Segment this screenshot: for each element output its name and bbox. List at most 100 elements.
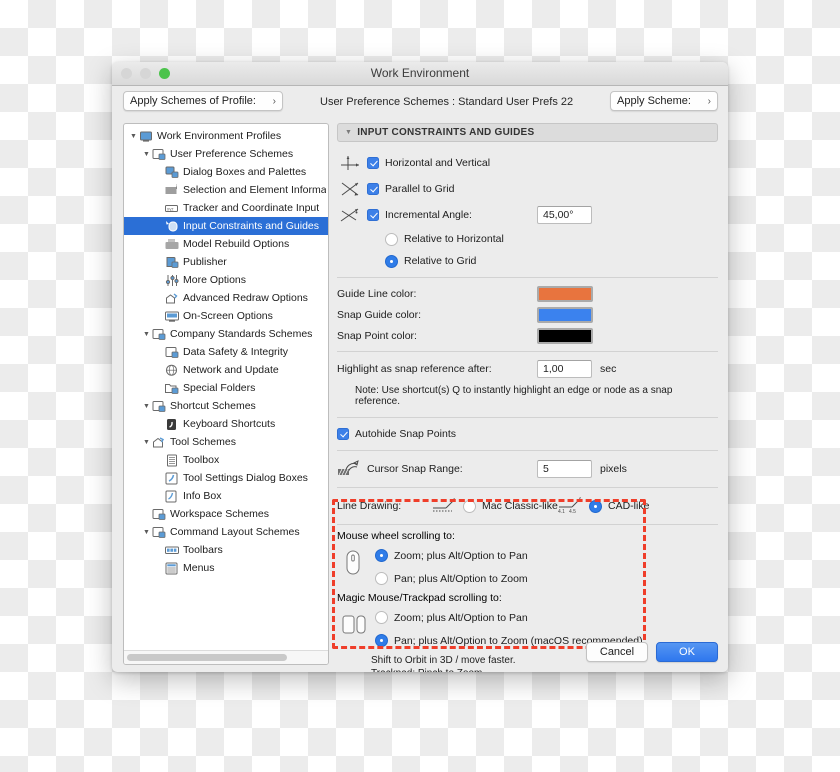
section-header-input-constraints[interactable]: ▼ INPUT CONSTRAINTS AND GUIDES (337, 123, 718, 142)
line-drawing-label: Line Drawing: (337, 500, 402, 512)
tree-item-label: Shortcut Schemes (170, 400, 256, 412)
tree-item-tracker-and-coordinate-input[interactable]: xyz Tracker and Coordinate Input (124, 199, 328, 217)
snap-guide-color-swatch[interactable] (537, 306, 593, 323)
tree-item-tool-schemes[interactable]: ▼ Tool Schemes (124, 433, 328, 451)
minimize-button[interactable] (140, 68, 151, 79)
tree-item-advanced-redraw-options[interactable]: Advanced Redraw Options (124, 289, 328, 307)
disclosure-triangle-icon[interactable]: ▼ (141, 151, 152, 158)
guide-line-color-label: Guide Line color: (337, 287, 417, 300)
tree-item-info-box[interactable]: i Info Box (124, 487, 328, 505)
svg-text:4,1: 4,1 (558, 509, 565, 513)
guide-line-color-swatch[interactable] (537, 285, 593, 302)
mouse-wheel-pan-radio[interactable] (375, 572, 388, 585)
chevron-right-icon: › (707, 95, 711, 107)
tree-item-input-constraints-and-guides[interactable]: Input Constraints and Guides (124, 217, 328, 235)
snap-point-color-row: Snap Point color: (337, 325, 718, 346)
tree-item-label: Toolbox (183, 454, 220, 466)
mouse-wheel-zoom-radio[interactable] (375, 549, 388, 562)
tree-item-toolbox[interactable]: Toolbox (124, 451, 328, 469)
tree-item-more-options[interactable]: More Options (124, 271, 328, 289)
snap-reference-note: Note: Use shortcut(s) Q to instantly hig… (355, 385, 673, 407)
parallel-to-grid-row: Parallel to Grid (337, 176, 718, 202)
horizontal-vertical-icon (337, 155, 363, 171)
tree-item-company-standards-schemes[interactable]: ▼ Company Standards Schemes (124, 325, 328, 343)
tree-item-command-layout-schemes[interactable]: ▼ Command Layout Schemes (124, 523, 328, 541)
divider (337, 417, 718, 418)
divider (337, 524, 718, 525)
tree-item-model-rebuild-options[interactable]: Model Rebuild Options (124, 235, 328, 253)
tree-item-menus[interactable]: Menus (124, 559, 328, 577)
autohide-snap-points-row: Autohide Snap Points (337, 423, 718, 445)
tree-item-work-environment-profiles[interactable]: ▼ Work Environment Profiles (124, 127, 328, 145)
tree-item-keyboard-shortcuts[interactable]: Keyboard Shortcuts (124, 415, 328, 433)
apply-schemes-of-profile-label: Apply Schemes of Profile: (130, 95, 256, 107)
magic-mouse-pan-radio[interactable] (375, 634, 388, 647)
apply-scheme-popup[interactable]: Apply Scheme: › (610, 91, 718, 111)
keyboard-shortcuts-icon (165, 418, 180, 431)
autohide-snap-points-label: Autohide Snap Points (355, 428, 456, 440)
horizontal-vertical-checkbox[interactable] (367, 157, 379, 169)
incremental-angle-checkbox[interactable] (367, 209, 379, 221)
tool-schemes-icon (152, 436, 167, 449)
relative-to-horizontal-radio[interactable] (385, 232, 398, 246)
tree-item-tool-settings-dialog-boxes[interactable]: Tool Settings Dialog Boxes (124, 469, 328, 487)
svg-text:i: i (176, 497, 177, 503)
disclosure-triangle-icon[interactable]: ▼ (141, 529, 152, 536)
scheme-tree-panel: ▼ Work Environment Profiles ▼ User Preferen… (123, 123, 329, 665)
tracker-coordinate-icon: xyz (165, 202, 180, 215)
tree-item-label: Tool Settings Dialog Boxes (183, 472, 308, 484)
cancel-button[interactable]: Cancel (586, 642, 648, 662)
disclosure-triangle-icon[interactable]: ▼ (141, 439, 152, 446)
on-screen-options-icon (165, 310, 180, 323)
user-preference-schemes-icon (152, 148, 167, 161)
autohide-snap-points-checkbox[interactable] (337, 428, 349, 440)
relative-to-grid-row: Relative to Grid (337, 250, 718, 272)
horizontal-vertical-row: Horizontal and Vertical (337, 150, 718, 176)
tree-item-data-safety-integrity[interactable]: Data Safety & Integrity (124, 343, 328, 361)
zoom-button[interactable] (159, 68, 170, 79)
relative-to-grid-radio[interactable] (385, 254, 398, 268)
incremental-angle-row: Incremental Angle: 45,00° (337, 202, 718, 228)
tree-item-dialog-boxes-and-palettes[interactable]: Dialog Boxes and Palettes (124, 163, 328, 181)
tree-item-shortcut-schemes[interactable]: ▼ Shortcut Schemes (124, 397, 328, 415)
disclosure-triangle-icon[interactable]: ▼ (141, 403, 152, 410)
snap-point-color-swatch[interactable] (537, 327, 593, 344)
tree-item-on-screen-options[interactable]: On-Screen Options (124, 307, 328, 325)
divider (337, 487, 718, 488)
scrollbar-thumb[interactable] (127, 654, 287, 661)
highlight-snap-reference-input[interactable]: 1,00 (537, 360, 592, 378)
disclosure-triangle-icon[interactable]: ▼ (141, 331, 152, 338)
scheme-tree[interactable]: ▼ Work Environment Profiles ▼ User Preferen… (124, 127, 328, 650)
tree-item-label: Advanced Redraw Options (183, 292, 308, 304)
relative-to-grid-label: Relative to Grid (404, 255, 477, 267)
disclosure-triangle-icon[interactable]: ▼ (128, 133, 139, 140)
tree-horizontal-scrollbar[interactable] (124, 650, 328, 664)
magic-mouse-zoom-radio[interactable] (375, 611, 388, 624)
tree-item-selection-and-element-informat[interactable]: i Selection and Element Informat (124, 181, 328, 199)
svg-text:xyz: xyz (167, 206, 174, 211)
input-constraints-icon (165, 220, 180, 233)
tree-item-publisher[interactable]: Publisher (124, 253, 328, 271)
parallel-to-grid-checkbox[interactable] (367, 183, 379, 195)
close-button[interactable] (121, 68, 132, 79)
tree-item-toolbars[interactable]: Toolbars (124, 541, 328, 559)
tree-item-special-folders[interactable]: Special Folders (124, 379, 328, 397)
parallel-to-grid-icon (337, 181, 363, 197)
selection-element-info-icon: i (165, 184, 180, 197)
work-environment-profiles-icon (139, 130, 154, 143)
ok-button[interactable]: OK (656, 642, 718, 662)
cad-like-option[interactable]: 4,1 4,5 CAD-like (555, 496, 649, 516)
apply-schemes-of-profile-popup[interactable]: Apply Schemes of Profile: › (123, 91, 283, 111)
guide-line-color-row: Guide Line color: (337, 283, 718, 304)
cad-like-radio[interactable] (589, 499, 602, 513)
tree-item-network-and-update[interactable]: Network and Update (124, 361, 328, 379)
mac-classic-radio[interactable] (463, 499, 476, 513)
cursor-snap-range-input[interactable]: 5 (537, 460, 592, 478)
tree-item-label: Data Safety & Integrity (183, 346, 289, 358)
incremental-angle-input[interactable]: 45,00° (537, 206, 592, 224)
toolbox-icon (165, 454, 180, 467)
tree-item-workspace-schemes[interactable]: Workspace Schemes (124, 505, 328, 523)
tree-item-label: Command Layout Schemes (170, 526, 300, 538)
tree-item-user-preference-schemes[interactable]: ▼ User Preference Schemes (124, 145, 328, 163)
mac-classic-option[interactable]: Mac Classic-like (429, 497, 558, 516)
